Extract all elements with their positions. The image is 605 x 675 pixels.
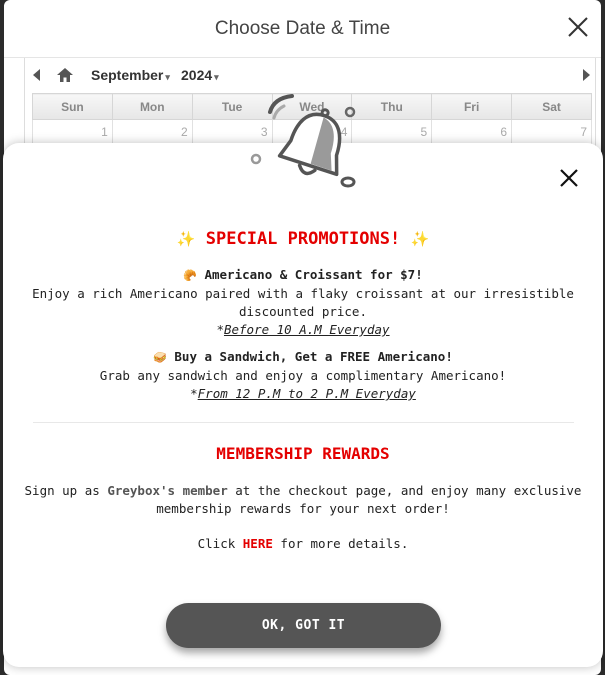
date-time-title: Choose Date & Time bbox=[214, 17, 391, 39]
next-month-icon[interactable] bbox=[583, 69, 590, 81]
calendar-nav: September ▾ 2024 ▾ bbox=[25, 58, 595, 93]
more-details-line: Click HERE for more details. bbox=[3, 536, 603, 551]
weekday-header: Fri bbox=[431, 93, 513, 120]
month-label: September bbox=[91, 67, 164, 83]
date-time-header: Choose Date & Time bbox=[4, 0, 601, 58]
weekday-header: Mon bbox=[111, 93, 193, 120]
weekday-header: Sat bbox=[511, 93, 592, 120]
year-select[interactable]: 2024 ▾ bbox=[181, 67, 219, 83]
offer-item: 🥐 Americano & Croissant for $7! Enjoy a … bbox=[3, 266, 603, 339]
offer-name: Americano & Croissant for $7! bbox=[204, 267, 423, 282]
bell-icon bbox=[250, 94, 356, 188]
sparkle-icon: ✨ bbox=[410, 230, 430, 248]
home-icon[interactable] bbox=[57, 68, 73, 82]
close-icon[interactable] bbox=[557, 166, 581, 190]
membership-text: Sign up as Greybox's member at the check… bbox=[3, 482, 603, 518]
membership-brand: Greybox's member bbox=[107, 483, 228, 498]
chevron-down-icon: ▾ bbox=[214, 72, 219, 82]
click-prefix: Click bbox=[197, 536, 243, 551]
offer-note: From 12 P.M to 2 P.M Everyday bbox=[197, 386, 416, 401]
offer-description: Grab any sandwich and enjoy a compliment… bbox=[99, 368, 507, 383]
sparkle-icon: ✨ bbox=[176, 230, 196, 248]
chevron-down-icon: ▾ bbox=[165, 72, 170, 82]
note-prefix: * bbox=[216, 322, 224, 337]
promotions-title: SPECIAL PROMOTIONS! bbox=[205, 229, 401, 249]
day-cell[interactable]: 7 bbox=[511, 119, 592, 145]
membership-text-before: Sign up as bbox=[24, 483, 108, 498]
day-cell[interactable]: 6 bbox=[431, 119, 513, 145]
offer-item: 🥪 Buy a Sandwich, Get a FREE Americano! … bbox=[3, 348, 603, 403]
note-prefix: * bbox=[190, 386, 198, 401]
offer-note: Before 10 A.M Everyday bbox=[223, 322, 390, 337]
day-cell[interactable]: 2 bbox=[111, 119, 193, 145]
membership-title: MEMBERSHIP REWARDS bbox=[216, 444, 390, 463]
promotions-heading: ✨ SPECIAL PROMOTIONS! ✨ bbox=[3, 229, 603, 249]
croissant-icon: 🥐 bbox=[183, 269, 197, 282]
offer-name: Buy a Sandwich, Get a FREE Americano! bbox=[174, 349, 453, 364]
click-suffix: for more details. bbox=[272, 536, 409, 551]
weekday-header: Sun bbox=[32, 93, 113, 120]
sandwich-icon: 🥪 bbox=[153, 351, 167, 364]
promotion-popup bbox=[3, 143, 603, 667]
month-select[interactable]: September ▾ bbox=[91, 67, 170, 83]
ok-got-it-button[interactable]: OK, GOT IT bbox=[166, 603, 441, 648]
prev-month-icon[interactable] bbox=[33, 69, 40, 81]
close-icon[interactable] bbox=[565, 14, 591, 40]
here-link[interactable]: HERE bbox=[243, 536, 273, 551]
year-label: 2024 bbox=[181, 67, 213, 83]
offer-description: Enjoy a rich Americano paired with a fla… bbox=[32, 286, 574, 319]
divider bbox=[33, 422, 574, 423]
day-cell[interactable]: 1 bbox=[32, 119, 113, 145]
